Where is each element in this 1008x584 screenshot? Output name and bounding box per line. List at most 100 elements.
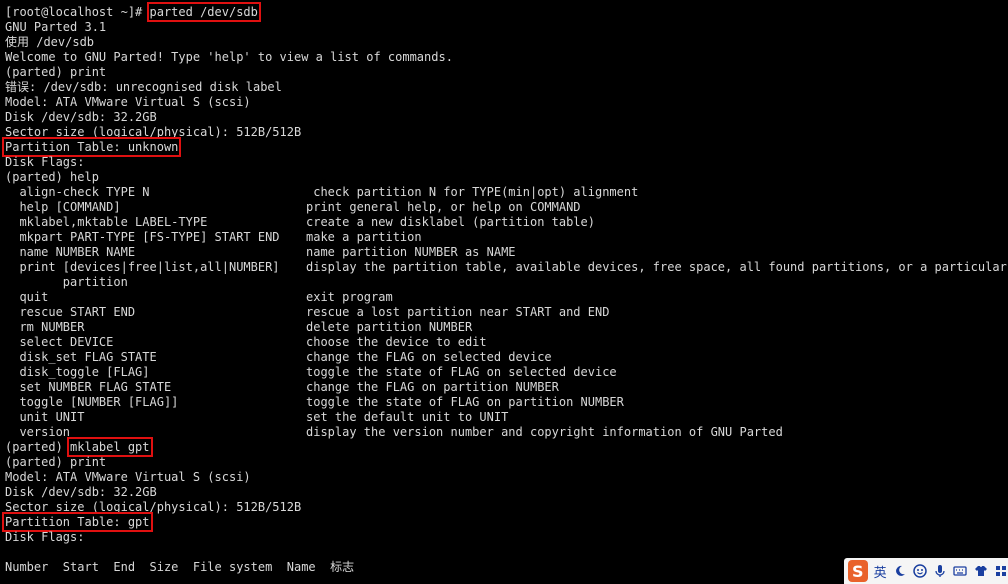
line-text: Disk /dev/sdb: 32.2GB	[5, 110, 157, 124]
terminal-line: 错误: /dev/sdb: unrecognised disk label	[5, 80, 1008, 95]
terminal-line: name NUMBER NAME name partition NUMBER as…	[5, 245, 1008, 260]
help-command: disk_set FLAG STATE	[5, 350, 157, 364]
highlighted-command: parted /dev/sdb	[146, 2, 261, 22]
help-description: change the FLAG on selected device	[306, 350, 552, 364]
line-text: (parted) print	[5, 455, 107, 469]
help-description: toggle the state of FLAG on selected dev…	[306, 365, 617, 379]
help-description: name partition NUMBER as NAME	[306, 245, 516, 259]
terminal-line: help [COMMAND] print general help, or hel…	[5, 200, 1008, 215]
microphone-icon[interactable]	[933, 563, 947, 579]
terminal-line: [root@localhost ~]# parted /dev/sdb	[5, 2, 1008, 22]
terminal-line: Disk Flags:	[5, 530, 1008, 545]
help-command: select DEVICE	[5, 335, 114, 349]
line-text: Disk /dev/sdb: 32.2GB	[5, 485, 157, 499]
help-command: disk_toggle [FLAG]	[5, 365, 150, 379]
line-text: GNU Parted 3.1	[5, 20, 107, 34]
grid-icon[interactable]	[994, 563, 1008, 579]
help-command: name NUMBER NAME	[5, 245, 136, 259]
terminal-line: unit UNIT set the default unit to UNIT	[5, 410, 1008, 425]
terminal-line: (parted) print	[5, 65, 1008, 80]
help-command: print [devices|free|list,all|NUMBER]	[5, 260, 280, 274]
terminal-line: 使用 /dev/sdb	[5, 35, 1008, 50]
terminal-line: Sector size (logical/physical): 512B/512…	[5, 125, 1008, 140]
help-command: partition	[5, 275, 128, 289]
terminal-line: (parted) help	[5, 170, 1008, 185]
terminal-line: (parted) mklabel gpt	[5, 437, 1008, 457]
terminal-line: rm NUMBER delete partition NUMBER	[5, 320, 1008, 335]
terminal-line: toggle [NUMBER [FLAG]] toggle the state o…	[5, 395, 1008, 410]
terminal-line: Disk /dev/sdb: 32.2GB	[5, 485, 1008, 500]
line-text: Model: ATA VMware Virtual S (scsi)	[5, 470, 251, 484]
shirt-icon[interactable]	[974, 563, 988, 579]
ime-toolbar[interactable]: S 英	[844, 558, 1008, 584]
terminal-line: Welcome to GNU Parted! Type 'help' to vi…	[5, 50, 1008, 65]
help-command: mklabel,mktable LABEL-TYPE	[5, 215, 208, 229]
terminal-line: set NUMBER FLAG STATE change the FLAG on …	[5, 380, 1008, 395]
line-text: Disk Flags:	[5, 155, 85, 169]
line-text: Sector size (logical/physical): 512B/512…	[5, 125, 302, 139]
keyboard-icon[interactable]	[953, 563, 968, 579]
moon-icon[interactable]	[893, 563, 907, 579]
terminal-line: select DEVICE choose the device to edit	[5, 335, 1008, 350]
help-command: version	[5, 425, 71, 439]
terminal-line: align-check TYPE N check partition N for…	[5, 185, 1008, 200]
help-command: help [COMMAND]	[5, 200, 121, 214]
terminal-line: Disk /dev/sdb: 32.2GB	[5, 110, 1008, 125]
help-command: rescue START END	[5, 305, 136, 319]
help-command: mkpart PART-TYPE [FS-TYPE] START END	[5, 230, 280, 244]
line-text: Model: ATA VMware Virtual S (scsi)	[5, 95, 251, 109]
terminal-line: Model: ATA VMware Virtual S (scsi)	[5, 95, 1008, 110]
line-text: Sector size (logical/physical): 512B/512…	[5, 500, 302, 514]
ime-language-toggle[interactable]: 英	[874, 562, 887, 581]
line-text: (parted) print	[5, 65, 107, 79]
terminal-line: GNU Parted 3.1	[5, 20, 1008, 35]
line-text: Number Start End Size File system Name 标…	[5, 560, 355, 574]
highlighted-command: mklabel gpt	[67, 437, 153, 457]
terminal-line: print [devices|free|list,all|NUMBER] disp…	[5, 260, 1008, 275]
terminal-line: Model: ATA VMware Virtual S (scsi)	[5, 470, 1008, 485]
sogou-logo-icon[interactable]: S	[848, 560, 868, 582]
line-text: (parted)	[5, 440, 71, 454]
terminal-line: mklabel,mktable LABEL-TYPE create a new d…	[5, 215, 1008, 230]
help-command: align-check TYPE N	[5, 185, 150, 199]
help-description: display the partition table, available d…	[306, 260, 1007, 274]
help-description: display the version number and copyright…	[306, 425, 783, 439]
help-description: choose the device to edit	[306, 335, 487, 349]
terminal-line: disk_set FLAG STATE change the FLAG on se…	[5, 350, 1008, 365]
line-text: Disk Flags:	[5, 530, 85, 544]
help-command: rm NUMBER	[5, 320, 85, 334]
line-text: 使用 /dev/sdb	[5, 35, 95, 49]
help-description: print general help, or help on COMMAND	[306, 200, 581, 214]
terminal-output[interactable]: [root@localhost ~]# parted /dev/sdb GNU P…	[1, 2, 1008, 575]
help-command: unit UNIT	[5, 410, 85, 424]
terminal-line: Disk Flags:	[5, 155, 1008, 170]
help-description: create a new disklabel (partition table)	[306, 215, 595, 229]
help-description: toggle the state of FLAG on partition NU…	[306, 395, 624, 409]
highlighted-command: Partition Table: gpt	[2, 512, 153, 532]
help-description: check partition N for TYPE(min|opt) alig…	[306, 185, 639, 199]
emoji-icon[interactable]	[913, 563, 927, 579]
help-description: make a partition	[306, 230, 422, 244]
help-description: rescue a lost partition near START and E…	[306, 305, 610, 319]
help-description: change the FLAG on partition NUMBER	[306, 380, 559, 394]
line-text: 错误: /dev/sdb: unrecognised disk label	[5, 80, 282, 94]
terminal-line: (parted) print	[5, 455, 1008, 470]
terminal-line: Partition Table: gpt	[2, 512, 1008, 532]
help-command: quit	[5, 290, 49, 304]
terminal-line: Sector size (logical/physical): 512B/512…	[5, 500, 1008, 515]
terminal-line: mkpart PART-TYPE [FS-TYPE] START END make…	[5, 230, 1008, 245]
line-text: Welcome to GNU Parted! Type 'help' to vi…	[5, 50, 453, 64]
terminal-line: disk_toggle [FLAG] toggle the state of FL…	[5, 365, 1008, 380]
terminal-line: quit exit program	[5, 290, 1008, 305]
highlighted-command: Partition Table: unknown	[1, 137, 182, 157]
terminal-line: partition	[5, 275, 1008, 290]
line-text: [root@localhost ~]#	[5, 5, 150, 19]
help-description: delete partition NUMBER	[306, 320, 473, 334]
terminal-line: Partition Table: unknown	[1, 137, 1008, 157]
help-description: exit program	[306, 290, 393, 304]
help-description: set the default unit to UNIT	[306, 410, 509, 424]
line-text: (parted) help	[5, 170, 99, 184]
help-command: toggle [NUMBER [FLAG]]	[5, 395, 179, 409]
help-command: set NUMBER FLAG STATE	[5, 380, 172, 394]
terminal-line: rescue START END rescue a lost partition …	[5, 305, 1008, 320]
